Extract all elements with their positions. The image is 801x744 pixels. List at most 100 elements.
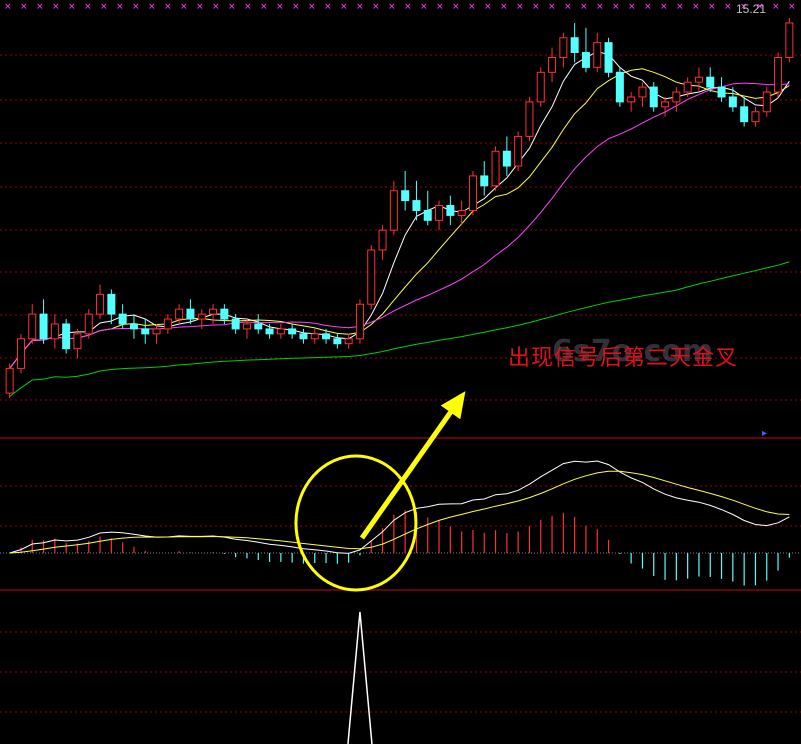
candle [525,96,534,142]
candle-body [276,328,285,335]
candle-body [197,313,206,320]
top-marker: × [356,2,364,12]
top-marker: × [692,2,700,12]
top-marker: × [68,2,76,12]
top-marker: × [772,2,780,12]
candle [559,32,568,68]
top-marker: × [372,2,380,12]
candle [435,200,444,231]
candle-body [423,209,432,221]
candle-body [412,200,421,211]
candle-body [50,323,59,340]
candle-body [16,338,25,369]
candle-body [163,318,172,330]
top-marker: × [708,2,716,12]
top-marker: × [308,2,316,12]
top-marker: × [724,2,732,12]
candle [344,333,353,349]
arrow-shaft [359,394,465,540]
top-marker: × [228,2,236,12]
top-marker: × [612,2,620,12]
top-marker: × [452,2,460,12]
candle-body [344,338,353,345]
candle-body [638,86,647,98]
top-marker: × [788,2,796,12]
candle-body [254,323,263,330]
candle-body [785,22,794,58]
candle [514,131,523,171]
top-marker: × [164,2,172,12]
candle-body [129,323,138,330]
top-marker: × [644,2,652,12]
top-marker: × [244,2,252,12]
candle-body [310,333,319,340]
candle-body [378,229,387,251]
candle [186,299,195,324]
candle-body [581,52,590,68]
candle [152,323,161,344]
candle [751,106,760,127]
candle-body [175,308,184,320]
candle [740,96,749,127]
candle-body [649,86,658,108]
candle-body [265,328,274,335]
candle [310,328,319,344]
candle-body [73,333,82,350]
candle [638,82,647,107]
chart-canvas: × × × × × × × × × × × × × × × × × × × × × × × × × × × × × × × × × × × × × × × ×… [0,2,801,744]
candle [649,82,658,112]
top-marker: × [212,2,220,12]
candle-body [502,150,511,167]
candle-body [480,175,489,187]
macd-panel: ▸ [0,428,801,586]
candle-body [118,313,127,325]
candle-body [242,323,251,330]
candle-body [401,190,410,202]
candle-body [661,101,670,108]
top-marker: × [324,2,332,12]
candle [333,333,342,349]
candle-body [333,338,342,345]
top-marker: × [36,2,44,12]
top-marker: × [468,2,476,12]
candle [401,170,410,211]
candle-body [751,111,760,123]
candle [774,52,783,97]
candle [672,87,681,112]
candle-body [672,91,681,103]
top-marker: × [404,2,412,12]
top-marker: × [148,2,156,12]
candle-body [209,308,218,315]
candle-body [468,175,477,211]
top-marker: × [276,2,284,12]
candle [355,299,364,344]
top-marker: × [292,2,300,12]
candle [254,314,263,334]
candle-body [84,313,93,335]
top-marker: × [100,2,108,12]
candle-body [220,308,229,320]
candle-body [706,76,715,88]
candle [129,314,138,339]
top-marker: × [564,2,572,12]
candle-body [548,56,557,73]
candle [593,32,602,73]
candle-body [627,96,636,103]
candle [570,22,579,63]
candle-body [525,101,534,137]
top-marker: × [500,2,508,12]
candle-body [322,333,331,340]
candle [548,47,557,83]
candle-body [389,190,398,231]
top-marker: × [484,2,492,12]
candle [536,67,545,107]
candle [378,225,387,260]
candle-body [107,293,116,315]
candle-body [299,333,308,340]
candle [96,284,105,320]
candle [276,323,285,339]
candle [581,27,590,73]
candle-body [514,135,523,167]
candle-body [683,81,692,93]
candle [728,87,737,112]
